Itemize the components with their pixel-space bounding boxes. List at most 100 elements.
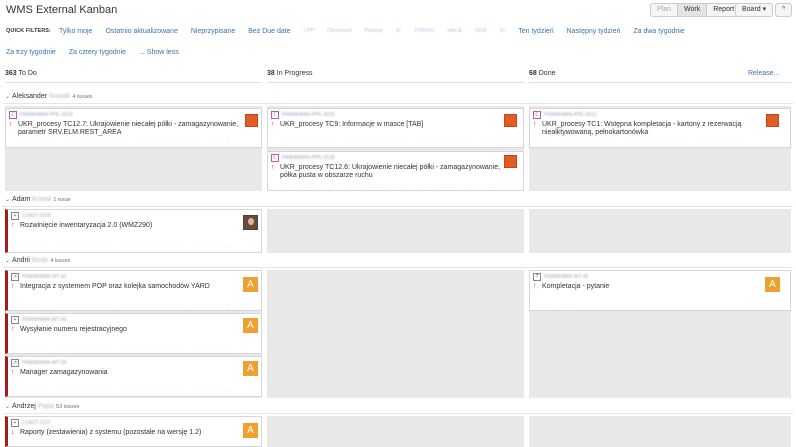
days-in-column-dots: · · · · · · · · · · · · · · · · · · · · … — [20, 302, 233, 308]
work-view-button[interactable]: Work — [677, 4, 707, 16]
chevron-down-icon[interactable]: ⌄ — [5, 404, 10, 410]
issue-key[interactable]: FRANKMAN-PPE-2019 — [20, 112, 73, 118]
priority-up-icon: ↑ — [9, 121, 13, 128]
issue-key[interactable]: FRANKMAN-PPE-2012 — [544, 112, 597, 118]
swimlane-header[interactable]: ⌄ Andrii Bodo 4 issues — [5, 257, 70, 264]
issue-card[interactable]: + LCADT-1018 ↑ Rozwinięcie inwentaryzacj… — [5, 209, 262, 253]
priority-up-icon: ↑ — [11, 326, 15, 333]
avatar — [504, 114, 517, 127]
swimlane-header[interactable]: ⌄ Andrzej Papa 53 issues — [5, 403, 79, 410]
quick-filter[interactable]: Cleveland — [327, 28, 351, 34]
avatar: A — [243, 318, 258, 333]
swimlane-surname: Bodo — [31, 257, 49, 264]
issue-card[interactable]: ↗ FRANKMAN-WT-39 ↑ Manager zamagazynowan… — [5, 356, 262, 397]
quick-filter[interactable]: HALA — [447, 28, 461, 34]
issue-card[interactable]: + FRANKMAN-WT-40 ↑ Wysyłanie numeru reje… — [5, 313, 262, 354]
chevron-down-icon[interactable]: ⌄ — [5, 94, 10, 100]
chevron-down-icon[interactable]: ⌄ — [5, 258, 10, 264]
issue-card[interactable]: ↗ FRANKMAN-WT-41 ↑ Integracja z systemem… — [5, 270, 262, 311]
column-cell — [267, 416, 524, 447]
story-icon: ℂ — [9, 111, 17, 119]
quick-filter[interactable]: Nieprzypisane — [191, 28, 235, 35]
avatar — [504, 155, 517, 168]
priority-up-icon: ↑ — [533, 121, 537, 128]
chevron-down-icon[interactable]: ⌄ — [5, 197, 10, 203]
quick-filter[interactable]: IE — [396, 28, 401, 34]
issue-key[interactable]: LCADT-1107 — [22, 420, 51, 426]
days-in-column-dots: · · · · — [542, 302, 574, 308]
swimlane-divider — [3, 206, 793, 207]
swimlane-header[interactable]: ⌄ Aleksander Nowak 4 issues — [5, 93, 93, 100]
issue-card[interactable]: ℂ FRANKMAN-PPE-2019 ↑ UKR_procesy TC12.7… — [5, 108, 262, 148]
issue-card[interactable]: ℂ FRANKMAN-PPE-2012 ↑ UKR_procesy TC1: W… — [529, 108, 791, 148]
issue-key[interactable]: FRANKMAN-WT-39 — [22, 360, 66, 366]
task-icon: ↗ — [11, 273, 19, 281]
quick-filter[interactable]: Paletsa — [365, 28, 383, 34]
view-switcher: Plan Work Report — [650, 3, 742, 17]
column-cell — [267, 270, 524, 398]
column-count: 68 — [529, 70, 537, 77]
quick-filter[interactable]: Bez Due date — [248, 28, 290, 35]
board-header: WMS External Kanban Plan Work Report Boa… — [0, 0, 796, 20]
plan-view-button[interactable]: Plan — [651, 4, 677, 16]
column-count: 363 — [5, 70, 17, 77]
days-in-column-dots: · · · · · · · · · · · · · · · · · · · · … — [20, 345, 233, 351]
issue-summary: Wysyłanie numeru rejestracyjnego — [20, 326, 127, 333]
column-name: Done — [538, 70, 556, 77]
swimlane-count: 53 issues — [56, 404, 80, 410]
collapse-header-button[interactable]: ^ — [776, 4, 791, 16]
column-header-done: 68 Done — [529, 70, 555, 77]
quick-filter[interactable]: IC — [500, 28, 506, 34]
column-name: In Progress — [276, 70, 313, 77]
issue-summary: UKR_procesy TC12.6: Ukrajowienie niecałe… — [280, 164, 501, 179]
issue-summary: UKR_procesy TC9: Informacje w masce [TAB… — [280, 121, 424, 128]
priority-up-icon: ↑ — [271, 121, 275, 128]
quick-filter[interactable]: Za trzy tygodnie — [6, 49, 56, 56]
column-count: 38 — [267, 70, 275, 77]
quick-filter[interactable]: SEM — [475, 28, 487, 34]
swimlane-count: 1 issue — [53, 197, 71, 203]
swimlane-divider — [3, 103, 793, 104]
issue-key[interactable]: FRANKMAN-WT-42 — [544, 274, 588, 280]
days-in-column-dots: · · · · · · · · · · · · · · · · · · · · … — [20, 244, 233, 250]
days-in-column-dots: · · · · · · · · · · · · · · · · · · · · … — [280, 182, 493, 188]
column-cell — [529, 416, 791, 447]
issue-key[interactable]: LCADT-1018 — [22, 213, 51, 219]
issue-summary: UKR_procesy TC1: Wstępna kompletacja - k… — [542, 121, 742, 136]
issue-key[interactable]: FRANKMAN-WT-41 — [22, 274, 66, 280]
issue-key[interactable]: FRANKMAN-WT-40 — [22, 317, 66, 323]
quick-filter[interactable]: Za dwa tygodnie — [633, 28, 684, 35]
issue-card[interactable]: ℂ FRANKMAN-PPE-2020 ↑ UKR_procesy TC9: I… — [267, 108, 524, 148]
avatar: A — [243, 361, 258, 376]
quick-filter[interactable]: Następny tydzień — [567, 28, 621, 35]
show-less-link[interactable]: ... Show less — [139, 49, 179, 56]
swimlane-header[interactable]: ⌄ Adam Kowal 1 issue — [5, 196, 71, 203]
board-menu: Board ▾ — [735, 3, 774, 17]
issue-summary: Rozwinięcie inwentaryzacja 2.0 (WMZ290) — [20, 222, 153, 229]
swimlane-surname: Kowal — [32, 196, 52, 203]
swimlane-surname: Nowak — [49, 93, 71, 100]
issue-key[interactable]: FRANKMAN-PPE-2018 — [282, 155, 335, 161]
issue-card[interactable]: ℂ FRANKMAN-PPE-2018 ↑ UKR_procesy TC12.6… — [267, 151, 524, 191]
priority-up-icon: ↑ — [533, 283, 537, 290]
board-dropdown-button[interactable]: Board ▾ — [736, 4, 772, 16]
quick-filter[interactable]: Ostatnio aktualizowane — [105, 28, 177, 35]
task-icon: + — [11, 316, 19, 324]
swimlane-count: 4 issues — [72, 94, 93, 100]
quick-filter[interactable]: LPP — [304, 28, 314, 34]
release-link[interactable]: Release... — [748, 70, 780, 77]
quick-filter[interactable]: Tylko moje — [59, 28, 92, 35]
column-header-in-progress: 38 In Progress — [267, 70, 313, 77]
task-icon: + — [11, 419, 19, 427]
quick-filter[interactable]: Ten tydzień — [518, 28, 553, 35]
issue-key[interactable]: FRANKMAN-PPE-2020 — [282, 112, 335, 118]
issue-card[interactable]: ? FRANKMAN-WT-42 ↑ Kompletacja - pytanie… — [529, 270, 791, 311]
column-header-todo: 363 To Do — [5, 70, 37, 77]
collapse-header: ^ — [775, 3, 793, 17]
avatar — [243, 215, 258, 230]
swimlane-name: Andrzej — [12, 403, 36, 410]
issue-card[interactable]: + LCADT-1107 ↓ Raporty (zestawienia) z s… — [5, 416, 262, 447]
quick-filter[interactable]: TOWSU — [414, 28, 434, 34]
quick-filter[interactable]: Za cztery tygodnie — [69, 49, 126, 56]
column-divider — [267, 82, 524, 83]
